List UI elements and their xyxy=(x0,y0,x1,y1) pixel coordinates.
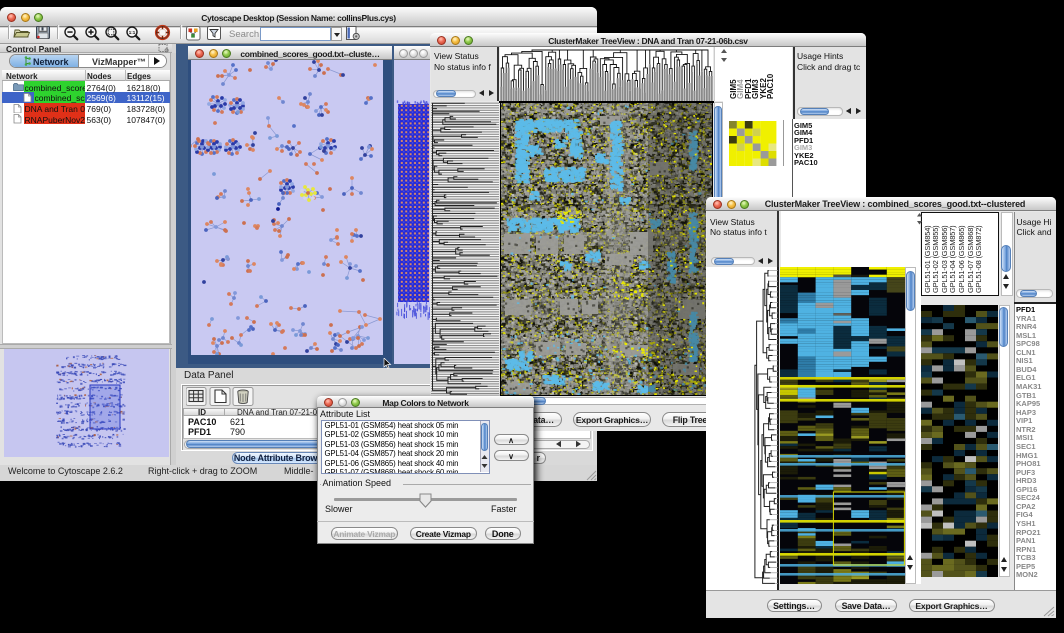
svg-text:1:1: 1:1 xyxy=(129,30,136,35)
